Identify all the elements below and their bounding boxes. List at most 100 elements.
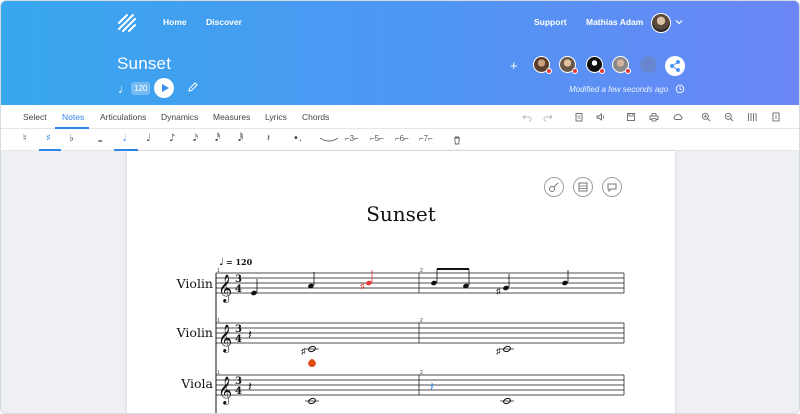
tab-chords[interactable]: Chords [302,112,329,122]
pencil-icon[interactable] [187,81,199,93]
sixty-fourth-note-icon[interactable]: 𝅘𝅥𝅱 [238,133,243,144]
undo-icon[interactable] [522,112,532,122]
sixteenth-note-icon[interactable]: 𝅘𝅥𝅯 [193,133,198,144]
add-collaborator-icon[interactable]: + [510,58,518,73]
collaborator-avatar[interactable] [612,56,631,74]
instrument-button[interactable] [544,177,564,197]
dotted-note-icon[interactable]: •. [293,133,302,144]
svg-text:♯: ♯ [496,286,501,296]
time-signature-bottom: 4 [235,334,242,345]
thirty-second-note-icon[interactable]: 𝅘𝅥𝅰 [215,133,220,144]
modified-status: Modified a few seconds ago [569,85,669,94]
tuplet-6-button[interactable]: ⌐6⌐ [395,134,409,143]
treble-clef-icon: 𝄞 [218,274,232,303]
note[interactable]: ♯ [301,345,319,356]
measure-number: 1 [217,318,220,324]
rest-icon[interactable]: 𝄽 [267,133,270,144]
tuplet-5-button[interactable]: ⌐5⌐ [370,134,384,143]
tempo-note-glyph: ♩ [219,257,224,268]
share-icon [670,60,680,72]
tab-measures[interactable]: Measures [213,112,250,122]
eighth-note-icon[interactable]: ♪ [169,133,175,144]
treble-clef-icon: 𝄞 [218,376,232,405]
natural-icon[interactable]: ♮ [23,133,27,144]
page-icon[interactable] [771,112,781,122]
save-icon[interactable] [626,112,636,122]
sheet-icon [578,182,588,192]
history-icon[interactable] [675,84,685,94]
zoom-in-icon[interactable] [701,112,711,122]
tie-icon[interactable] [319,137,339,143]
note[interactable] [500,397,514,405]
svg-text:♯: ♯ [496,346,501,356]
layout-icon[interactable] [747,112,757,122]
note[interactable] [462,269,470,289]
cloud-icon[interactable] [673,112,683,122]
zoom-out-icon[interactable] [724,112,734,122]
rest[interactable]: 𝄽 [248,380,252,395]
guitar-icon [549,182,559,192]
time-signature-bottom: 4 [235,386,242,397]
note[interactable] [430,269,438,286]
comments-button[interactable] [602,177,622,197]
comment-icon [607,183,617,193]
app-window: Home Discover Support Mathias Adam Sunse… [0,0,800,414]
print-icon[interactable] [649,112,659,122]
layout-button[interactable] [573,177,593,197]
staff-viola[interactable] [216,374,625,396]
user-name[interactable]: Mathias Adam [586,17,643,27]
share-button[interactable] [665,56,685,76]
tab-select[interactable]: Select [23,112,47,122]
note[interactable] [307,272,315,289]
active-tool-indicator [39,149,61,151]
input-cursor-marker[interactable] [308,359,316,367]
measure-number: 1 [217,268,220,274]
treble-clef-icon: 𝄞 [218,324,232,353]
tempo-value[interactable]: 120 [131,82,151,95]
quarter-note-icon: ♩ [118,81,131,96]
tuplet-7-button[interactable]: ⌐7⌐ [419,134,433,143]
tab-dynamics[interactable]: Dynamics [161,112,198,122]
collaborator-avatar[interactable] [533,56,552,74]
trash-icon[interactable] [452,135,462,145]
mode-toolbar: Select Notes Articulations Dynamics Meas… [1,105,799,129]
collaborator-avatar[interactable] [586,56,605,74]
tab-lyrics[interactable]: Lyrics [265,112,287,122]
double-whole-note-icon[interactable]: 𝅜 [98,135,103,145]
speaker-icon[interactable] [596,112,606,122]
rest-selected[interactable]: 𝄽 [430,380,434,395]
music-staff-system[interactable]: ♩ = 120 𝄞 3 4 1 2 ♯ ♯ 𝄞 3 4 1 2 𝄽 ♯ ♯ 𝄞 … [127,251,675,414]
quarter-note-icon[interactable]: ♩ [146,133,151,144]
time-signature-bottom: 4 [235,284,242,295]
tempo-mark: = 120 [226,257,253,267]
tab-notes[interactable]: Notes [62,112,84,122]
tuplet-3-button[interactable]: ⌐3⌐ [345,134,359,143]
score-title[interactable]: Sunset [117,54,171,74]
staff-violin-2[interactable] [216,322,625,344]
half-note-icon[interactable]: 𝅗𝅥 [123,133,126,144]
user-avatar[interactable] [651,13,671,33]
collaborator-avatar[interactable] [559,56,578,74]
more-collaborators-icon[interactable] [640,56,657,73]
notes-toolbar: ♮ ♯ ♭ 𝅜 𝅗𝅥 ♩ ♪ 𝅘𝅥𝅯 𝅘𝅥𝅰 𝅘𝅥𝅱 𝄽 •. ⌐3⌐ ⌐5⌐ … [1,129,799,151]
rest[interactable]: 𝄽 [248,328,252,343]
sharp-icon[interactable]: ♯ [46,133,51,144]
nav-home[interactable]: Home [163,17,187,27]
header: Home Discover Support Mathias Adam Sunse… [1,1,799,105]
note[interactable] [305,397,319,405]
flat-icon[interactable]: ♭ [69,133,74,144]
clipboard-icon[interactable] [574,112,584,122]
tab-articulations[interactable]: Articulations [100,112,146,122]
flat-logo-icon[interactable] [117,13,137,33]
svg-text:♯: ♯ [301,346,306,356]
nav-support[interactable]: Support [534,17,567,27]
redo-icon[interactable] [543,112,553,122]
chevron-down-icon[interactable] [675,18,683,26]
nav-discover[interactable]: Discover [206,17,242,27]
note[interactable] [250,279,258,296]
measure-number: 1 [217,370,220,376]
score-page-title[interactable]: Sunset [301,202,501,226]
play-button[interactable] [154,78,174,98]
note[interactable]: ♯ [496,345,514,356]
measure-number: 2 [420,370,423,376]
